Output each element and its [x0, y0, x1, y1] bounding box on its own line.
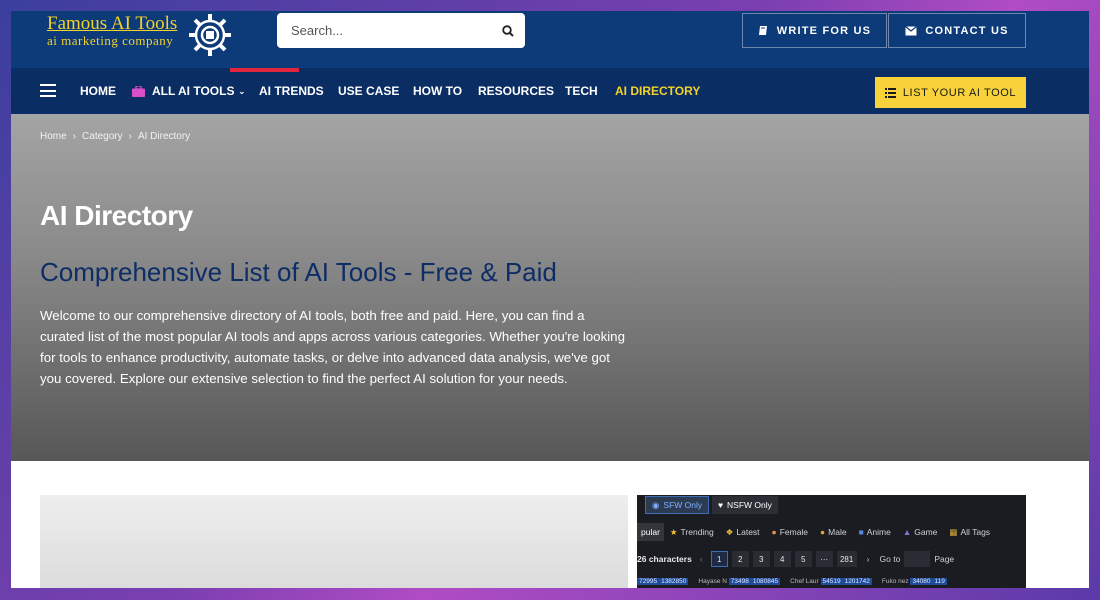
- search-input[interactable]: [277, 13, 491, 48]
- nav-ai-directory[interactable]: AI DIRECTORY: [615, 68, 700, 114]
- contact-us-button[interactable]: CONTACT US: [888, 13, 1026, 48]
- contact-us-label: CONTACT US: [925, 24, 1009, 37]
- nav-use-case[interactable]: USE CASE: [338, 68, 399, 114]
- page-5[interactable]: 5: [794, 551, 812, 567]
- hero-section: Home › Category › AI Directory AI Direct…: [11, 114, 1089, 461]
- page-2[interactable]: 2: [731, 551, 749, 567]
- sfw-filter[interactable]: ◉ SFW Only: [645, 496, 710, 514]
- page-last[interactable]: 281: [836, 551, 857, 567]
- search-box: [277, 13, 525, 48]
- nav-home[interactable]: HOME: [80, 68, 116, 114]
- character-stats-row: 72995 1382850 Hayase N 73498 1080845 Chef …: [637, 578, 947, 588]
- breadcrumb-category[interactable]: Category: [82, 131, 123, 142]
- stat-item: Chef Laur 54519 1201742: [790, 578, 872, 585]
- female-icon: ●: [771, 527, 777, 537]
- anime-icon: ■: [858, 527, 864, 537]
- preview-tabs: pular ★ Trending ❖ Latest ● Female ● Male ■ A…: [637, 522, 996, 542]
- tab-trending[interactable]: ★ Trending: [664, 527, 720, 538]
- write-for-us-label: WRITE FOR US: [776, 24, 872, 37]
- search-icon[interactable]: [491, 13, 525, 48]
- goto-label: Go to: [879, 554, 901, 564]
- gear-wheel-logo-icon: [189, 14, 231, 56]
- game-icon: ▲: [902, 527, 912, 537]
- bolt-icon: ❖: [725, 526, 734, 537]
- character-count: 26 characters: [637, 554, 692, 564]
- tab-latest[interactable]: ❖ Latest: [720, 527, 766, 538]
- eye-icon: ◉: [652, 499, 660, 510]
- tab-female[interactable]: ● Female: [766, 527, 814, 537]
- breadcrumb-home[interactable]: Home: [40, 131, 67, 142]
- tags-icon: ▦: [949, 526, 958, 537]
- site-logo[interactable]: Famous AI Tools ai marketing company: [47, 13, 237, 56]
- page-ellipsis: ···: [815, 551, 833, 567]
- breadcrumb: Home › Category › AI Directory: [40, 131, 190, 142]
- tab-all-tags[interactable]: ▦ All Tags: [943, 527, 996, 538]
- envelope-icon: [905, 25, 918, 35]
- list-icon: [884, 87, 896, 98]
- logo-subtitle: ai marketing company: [47, 33, 174, 48]
- breadcrumb-separator-icon: ›: [128, 131, 132, 142]
- nsfw-filter[interactable]: ♥ NSFW Only: [712, 496, 778, 514]
- tab-game[interactable]: ▲ Game: [897, 527, 944, 537]
- stat-item: Hayase N 73498 1080845: [698, 578, 781, 585]
- goto-page-input[interactable]: [904, 551, 931, 567]
- chevron-left-icon[interactable]: ‹: [700, 554, 703, 564]
- list-your-ai-tool-button[interactable]: LIST YOUR AI TOOL: [875, 77, 1026, 108]
- featured-card-image[interactable]: [40, 495, 628, 588]
- breadcrumb-separator-icon: ›: [72, 131, 77, 142]
- heart-icon: ♥: [718, 500, 724, 510]
- breadcrumb-current: AI Directory: [137, 131, 191, 142]
- page-1[interactable]: 1: [710, 551, 728, 567]
- briefcase-icon: [132, 85, 145, 97]
- book-icon: [758, 26, 767, 35]
- nav-how-to[interactable]: HOW TO: [413, 68, 462, 114]
- write-for-us-button[interactable]: WRITE FOR US: [742, 13, 887, 48]
- page-subtitle: Comprehensive List of AI Tools - Free & …: [40, 257, 557, 287]
- top-header: Famous AI Tools ai marketing company Sea…: [11, 11, 1089, 68]
- nav-ai-trends[interactable]: AI TRENDS: [259, 68, 324, 114]
- chevron-down-icon: ⌄: [238, 86, 246, 96]
- stat-item: Fuko nez 34080 119: [881, 578, 947, 585]
- logo-title: Famous AI Tools: [47, 13, 178, 34]
- page-description: Welcome to our comprehensive directory o…: [40, 308, 625, 386]
- pagination: 26 characters ‹ 1 2 3 4 5 ··· 281 › Go t…: [637, 550, 954, 568]
- tab-popular[interactable]: pular: [637, 523, 664, 541]
- page-3[interactable]: 3: [752, 551, 770, 567]
- main-nav: HOME ALL AI TOOLS ⌄ AI TRENDS USE CASE H…: [11, 68, 1089, 114]
- tab-anime[interactable]: ■ Anime: [853, 527, 897, 537]
- stat-item: 72995 1382850: [637, 578, 689, 585]
- nav-all-ai-tools[interactable]: ALL AI TOOLS ⌄: [132, 68, 245, 114]
- page-title: AI Directory: [40, 200, 193, 231]
- browser-page: Famous AI Tools ai marketing company Sea…: [11, 11, 1089, 588]
- nav-tech[interactable]: TECH: [565, 68, 598, 114]
- tab-male[interactable]: ● Male: [814, 527, 853, 537]
- chevron-right-icon[interactable]: ›: [867, 554, 870, 564]
- male-icon: ●: [820, 527, 826, 537]
- preview-card[interactable]: ◉ SFW Only ♥ NSFW Only pular ★ Trending ❖…: [637, 495, 1026, 588]
- page-4[interactable]: 4: [773, 551, 791, 567]
- nav-resources[interactable]: RESOURCES: [478, 68, 554, 114]
- star-icon: ★: [669, 526, 678, 537]
- page-label: Page: [934, 554, 955, 564]
- hamburger-menu-icon[interactable]: [40, 84, 56, 97]
